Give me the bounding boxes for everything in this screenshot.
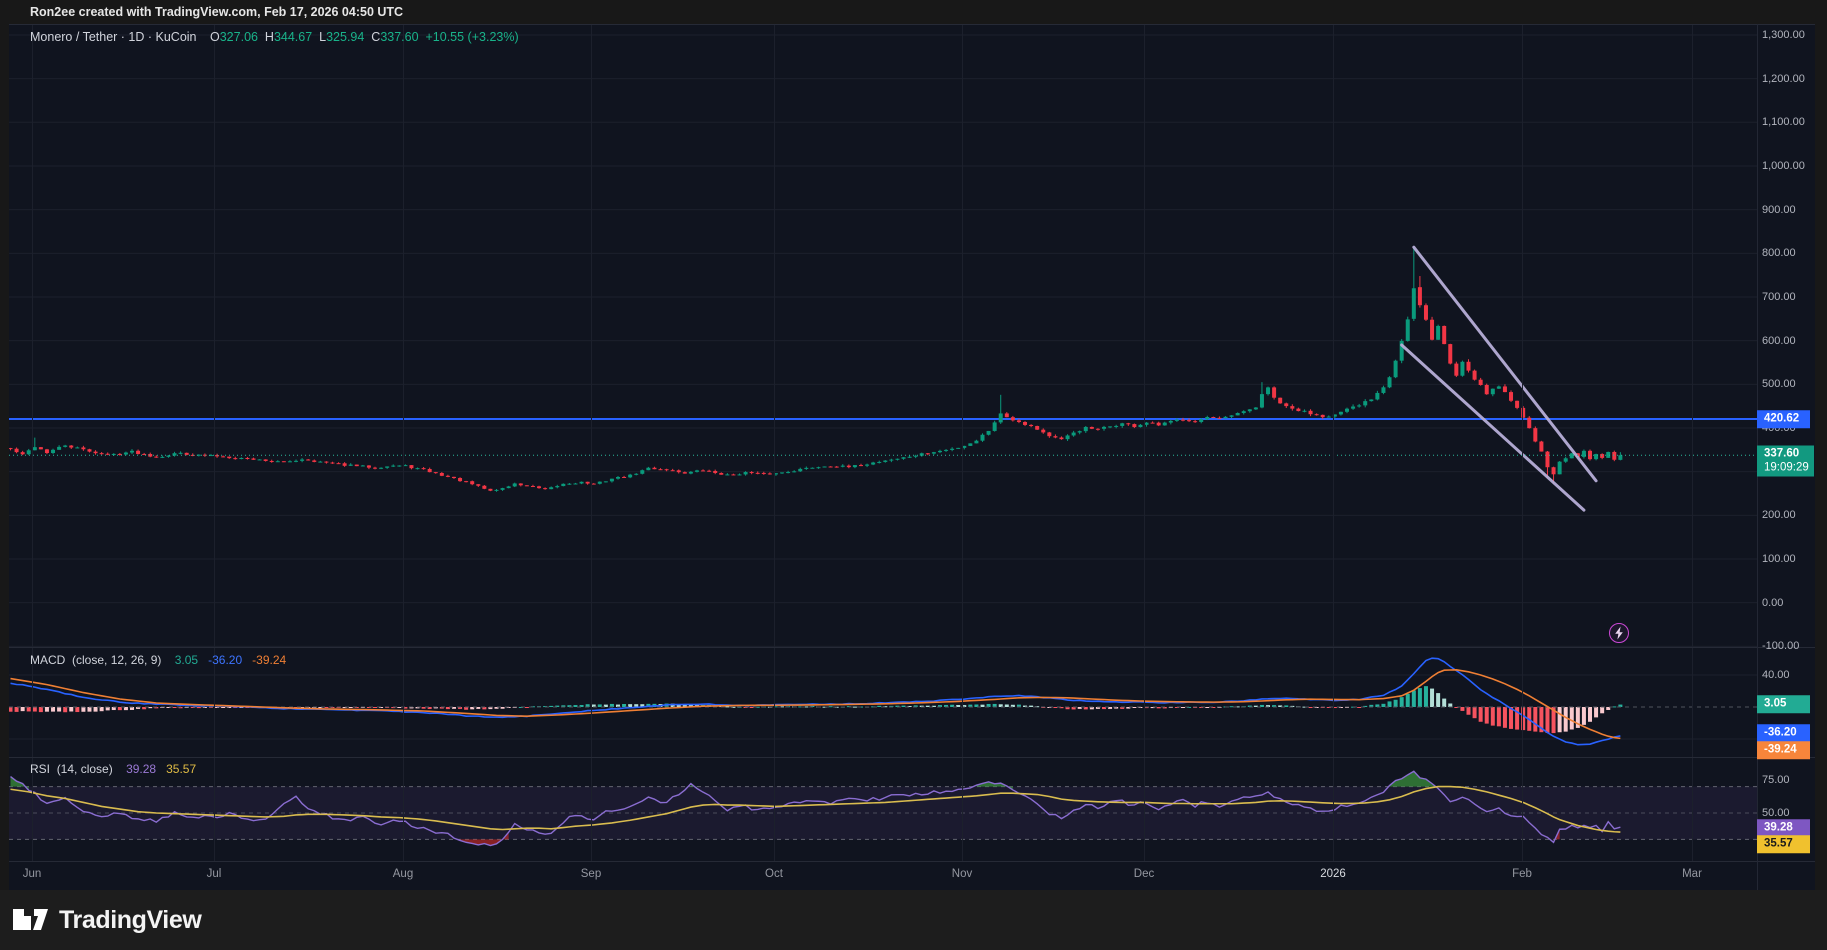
time-axis-label-sep[interactable]: Sep xyxy=(581,868,601,880)
macd-signal-value: -39.24 xyxy=(252,653,286,667)
price-axis-label: 200.00 xyxy=(1762,509,1796,521)
price-axis-label: 1,200.00 xyxy=(1762,73,1805,85)
price-axis-label: 700.00 xyxy=(1762,291,1796,303)
footer-bar: TradingView xyxy=(0,890,1827,950)
price-axis-label: 900.00 xyxy=(1762,204,1796,216)
macd-signal-badge: -39.24 xyxy=(1757,741,1810,759)
macd-title[interactable]: MACD xyxy=(30,653,65,667)
time-axis-label-dec[interactable]: Dec xyxy=(1134,868,1154,880)
price-axis-label: 100.00 xyxy=(1762,553,1796,565)
macd-line-badge: -36.20 xyxy=(1757,724,1810,742)
price-axis-label: 1,300.00 xyxy=(1762,29,1805,41)
ohlc-high-value: 344.67 xyxy=(274,30,312,44)
bar-countdown: 19:09:29 xyxy=(1764,461,1809,475)
lightning-icon xyxy=(1613,626,1625,640)
time-axis-label-2026[interactable]: 2026 xyxy=(1320,868,1346,880)
macd-hist-value: 3.05 xyxy=(175,653,198,667)
time-axis-label-aug[interactable]: Aug xyxy=(393,868,413,880)
price-axis-label: 500.00 xyxy=(1762,378,1796,390)
last-price-value: 337.60 xyxy=(1764,448,1809,462)
ohlc-open-label: O xyxy=(210,30,220,44)
rsi-title[interactable]: RSI xyxy=(30,762,50,776)
price-axis-label: 600.00 xyxy=(1762,335,1796,347)
rsi-params: (14, close) xyxy=(57,762,113,776)
macd-legend[interactable]: MACD (close, 12, 26, 9) 3.05 -36.20 -39.… xyxy=(30,653,286,667)
price-axis-label: -100.00 xyxy=(1762,640,1799,652)
rsi-value: 39.28 xyxy=(126,762,156,776)
ohlc-close-label: C xyxy=(371,30,380,44)
tradingview-wordmark[interactable]: TradingView xyxy=(59,906,201,935)
macd-axis-label: 40.00 xyxy=(1762,669,1790,681)
rsi-axis-label: 50.00 xyxy=(1762,807,1790,819)
ohlc-close-value: 337.60 xyxy=(380,30,418,44)
price-axis-label: 1,100.00 xyxy=(1762,116,1805,128)
rsi-ma-badge: 35.57 xyxy=(1757,835,1810,853)
time-axis-label-oct[interactable]: Oct xyxy=(765,868,783,880)
last-price-badge: 337.60 19:09:29 xyxy=(1757,446,1814,477)
ohlc-open-value: 327.06 xyxy=(220,30,258,44)
rsi-badge: 39.28 xyxy=(1757,819,1810,837)
chart-canvas[interactable] xyxy=(0,0,1827,950)
price-axis-label: 800.00 xyxy=(1762,247,1796,259)
symbol-legend[interactable]: Monero / Tether · 1D · KuCoin O327.06 H3… xyxy=(30,30,519,44)
lightning-button[interactable] xyxy=(1609,623,1629,643)
time-axis-label-mar[interactable]: Mar xyxy=(1682,868,1702,880)
ohlc-high-label: H xyxy=(265,30,274,44)
ohlc-change-value: +10.55 (+3.23%) xyxy=(426,30,519,44)
macd-params: (close, 12, 26, 9) xyxy=(72,653,161,667)
price-axis-label: 0.00 xyxy=(1762,597,1783,609)
macd-hist-badge: 3.05 xyxy=(1757,695,1810,713)
price-axis-label: 1,000.00 xyxy=(1762,160,1805,172)
rsi-ma-value: 35.57 xyxy=(166,762,196,776)
symbol-title[interactable]: Monero / Tether · 1D · KuCoin xyxy=(30,30,197,44)
tradingview-screenshot: { "topbar": { "attribution": "Ron2ee cre… xyxy=(0,0,1827,950)
rsi-axis-label: 75.00 xyxy=(1762,774,1790,786)
time-axis-label-jul[interactable]: Jul xyxy=(207,868,222,880)
time-axis-label-feb[interactable]: Feb xyxy=(1512,868,1532,880)
tradingview-logo-icon[interactable] xyxy=(10,905,50,935)
rsi-legend[interactable]: RSI (14, close) 39.28 35.57 xyxy=(30,762,196,776)
macd-line-value: -36.20 xyxy=(208,653,242,667)
time-axis-label-jun[interactable]: Jun xyxy=(23,868,42,880)
ray-price-badge: 420.62 xyxy=(1757,410,1810,428)
ohlc-low-value: 325.94 xyxy=(326,30,364,44)
time-axis-label-nov[interactable]: Nov xyxy=(952,868,972,880)
